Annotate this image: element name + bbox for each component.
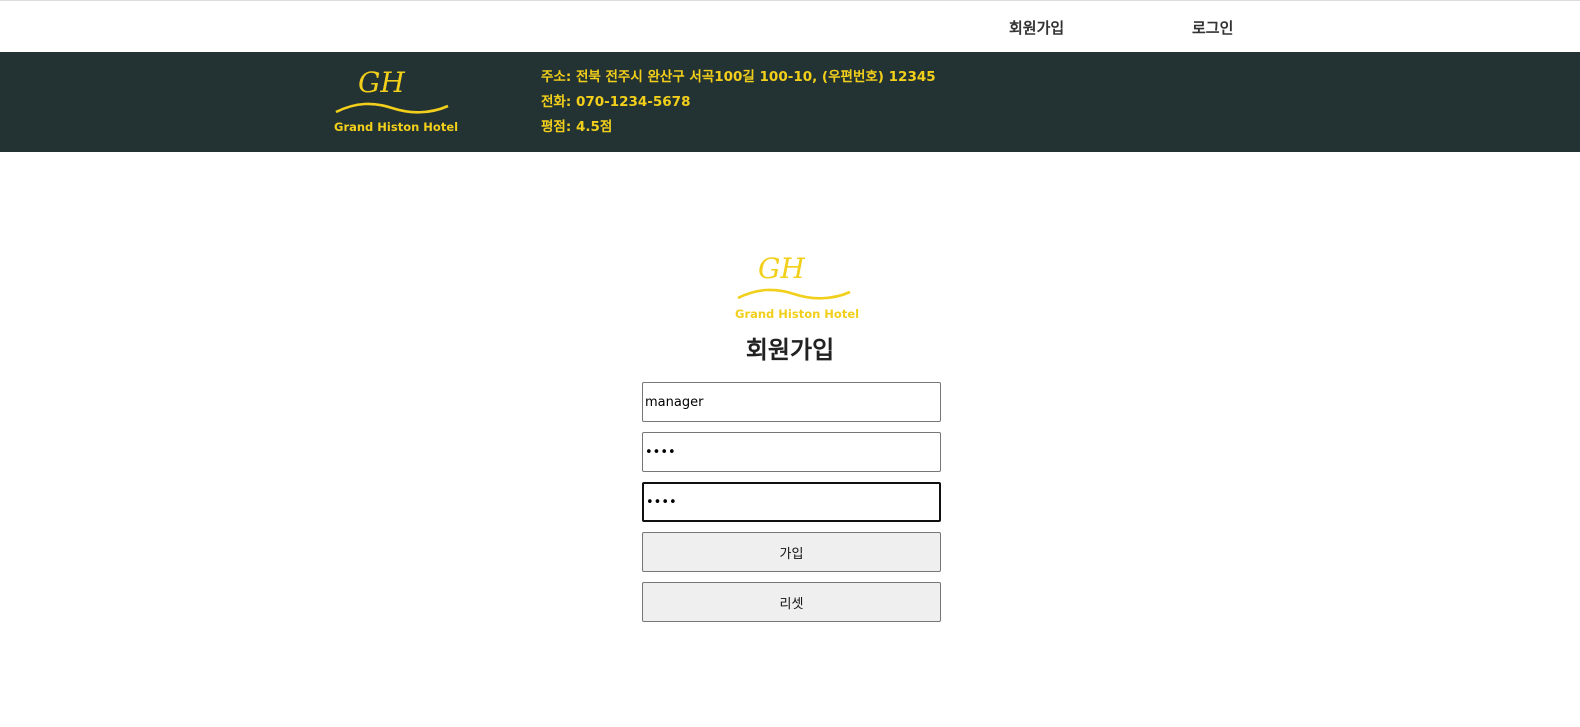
form-logo-monogram: GH (758, 252, 805, 285)
password-confirm-input[interactable] (642, 482, 941, 522)
hotel-rating: 평점: 4.5점 (541, 119, 613, 135)
submit-button[interactable]: 가입 (642, 532, 941, 572)
hotel-logo[interactable]: GH Grand Histon Hotel (332, 66, 458, 138)
logo-wave-icon (335, 102, 449, 114)
hotel-info-bar: GH Grand Histon Hotel 주소: 전북 전주시 완산구 서곡1… (0, 52, 1580, 152)
logo-monogram: GH (358, 66, 405, 99)
username-input[interactable] (642, 382, 941, 422)
page-title: 회원가입 (745, 336, 835, 364)
form-logo: GH Grand Histon Hotel (734, 252, 859, 324)
hotel-phone: 전화: 070-1234-5678 (541, 94, 691, 110)
password-input[interactable] (642, 432, 941, 472)
nav-login-link[interactable]: 로그인 (1192, 17, 1233, 38)
nav-signup-link[interactable]: 회원가입 (1009, 17, 1064, 38)
hotel-address: 주소: 전북 전주시 완산구 서곡100길 100-10, (우편번호) 123… (541, 69, 936, 85)
top-nav: 회원가입 로그인 (0, 0, 1580, 52)
logo-name: Grand Histon Hotel (334, 120, 459, 134)
hotel-info: 주소: 전북 전주시 완산구 서곡100길 100-10, (우편번호) 123… (541, 68, 936, 143)
form-logo-wave-icon (737, 288, 851, 300)
form-logo-name: Grand Histon Hotel (735, 307, 860, 321)
reset-button[interactable]: 리셋 (642, 582, 941, 622)
